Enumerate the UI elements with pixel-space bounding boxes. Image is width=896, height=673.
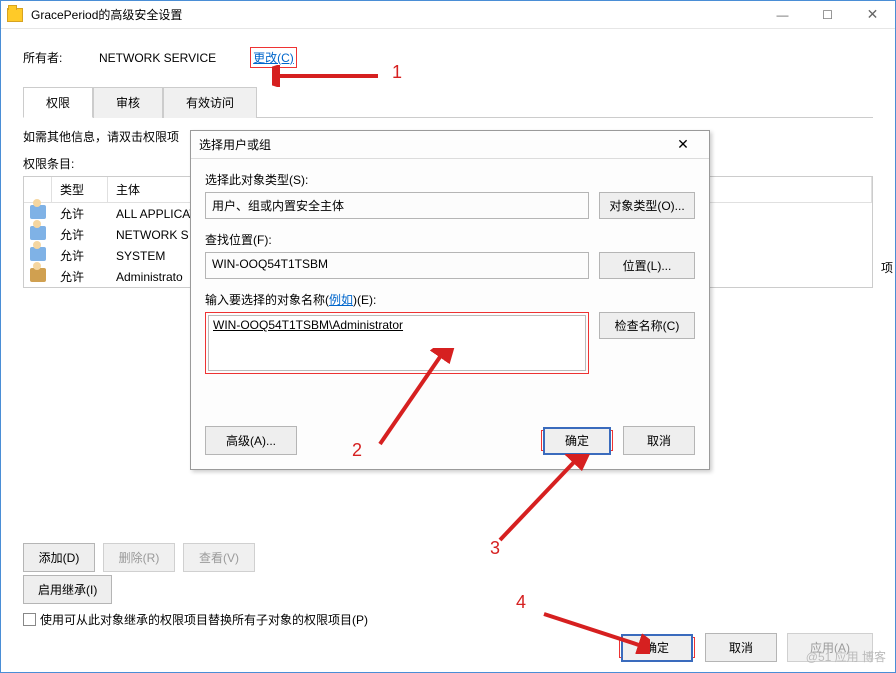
arrow-4-icon [540, 608, 650, 654]
window-title: GracePeriod的高级安全设置 [31, 6, 760, 23]
location-button[interactable]: 位置(L)... [599, 252, 695, 279]
row-type: 允许 [52, 268, 108, 285]
object-type-label: 选择此对象类型(S): [205, 171, 695, 188]
step-2-label: 2 [352, 440, 362, 461]
truncated-col-text: 项 [881, 259, 893, 276]
example-link[interactable]: 例如 [329, 293, 353, 307]
picker-cancel-button[interactable]: 取消 [623, 426, 695, 455]
arrow-3-icon [490, 454, 590, 544]
name-label-prefix: 输入要选择的对象名称( [205, 293, 329, 307]
advanced-button[interactable]: 高级(A)... [205, 426, 297, 455]
picker-close-button[interactable]: ✕ [665, 136, 701, 153]
enable-inherit-button[interactable]: 启用继承(I) [23, 575, 112, 604]
step-3-label: 3 [490, 538, 500, 559]
cancel-button[interactable]: 取消 [705, 633, 777, 662]
apply-button: 应用(A) [787, 633, 873, 662]
tab-permissions[interactable]: 权限 [23, 87, 93, 118]
location-label: 查找位置(F): [205, 231, 695, 248]
owner-label: 所有者: [23, 49, 73, 66]
picker-ok-highlight: 确定 [541, 430, 613, 451]
row-type: 允许 [52, 226, 108, 243]
close-button[interactable]: ✕ [850, 1, 895, 29]
object-type-button[interactable]: 对象类型(O)... [599, 192, 695, 219]
picker-titlebar[interactable]: 选择用户或组 ✕ [191, 131, 709, 159]
step-4-label: 4 [516, 592, 526, 613]
tabs: 权限 审核 有效访问 [23, 86, 873, 118]
folder-icon [7, 8, 23, 22]
replace-children-checkbox[interactable] [23, 613, 36, 626]
row-type: 允许 [52, 247, 108, 264]
replace-children-row: 使用可从此对象继承的权限项目替换所有子对象的权限项目(P) [23, 611, 368, 628]
main-dialog-footer: 确定 取消 应用(A) [619, 633, 873, 662]
minimize-button[interactable]: — [760, 1, 805, 29]
replace-children-label: 使用可从此对象继承的权限项目替换所有子对象的权限项目(P) [40, 611, 368, 628]
permission-buttons: 添加(D) 删除(R) 查看(V) [23, 543, 255, 572]
object-name-value: WIN-OOQ54T1TSBM\Administrator [213, 318, 403, 332]
name-label-suffix: )(E): [353, 293, 376, 307]
view-button: 查看(V) [183, 543, 255, 572]
maximize-button[interactable]: ☐ [805, 1, 850, 29]
tab-audit[interactable]: 审核 [93, 87, 163, 118]
row-type: 允许 [52, 205, 108, 222]
header-type: 类型 [52, 177, 108, 202]
picker-title: 选择用户或组 [199, 136, 665, 153]
add-button[interactable]: 添加(D) [23, 543, 95, 572]
owner-row: 所有者: NETWORK SERVICE 更改(C) [23, 47, 873, 68]
picker-ok-button[interactable]: 确定 [543, 427, 611, 455]
check-names-button[interactable]: 检查名称(C) [599, 312, 695, 339]
remove-button: 删除(R) [103, 543, 175, 572]
arrow-2-icon [370, 348, 460, 448]
arrow-1-icon [272, 65, 382, 87]
inherit-row: 启用继承(I) [23, 575, 112, 604]
owner-value: NETWORK SERVICE [99, 51, 216, 65]
step-1-label: 1 [392, 62, 402, 83]
tab-effective[interactable]: 有效访问 [163, 87, 257, 118]
object-type-field[interactable]: 用户、组或内置安全主体 [205, 192, 589, 219]
object-name-label: 输入要选择的对象名称(例如)(E): [205, 291, 695, 308]
location-field[interactable]: WIN-OOQ54T1TSBM [205, 252, 589, 279]
titlebar[interactable]: GracePeriod的高级安全设置 — ☐ ✕ [1, 1, 895, 29]
user-icon [24, 268, 52, 285]
